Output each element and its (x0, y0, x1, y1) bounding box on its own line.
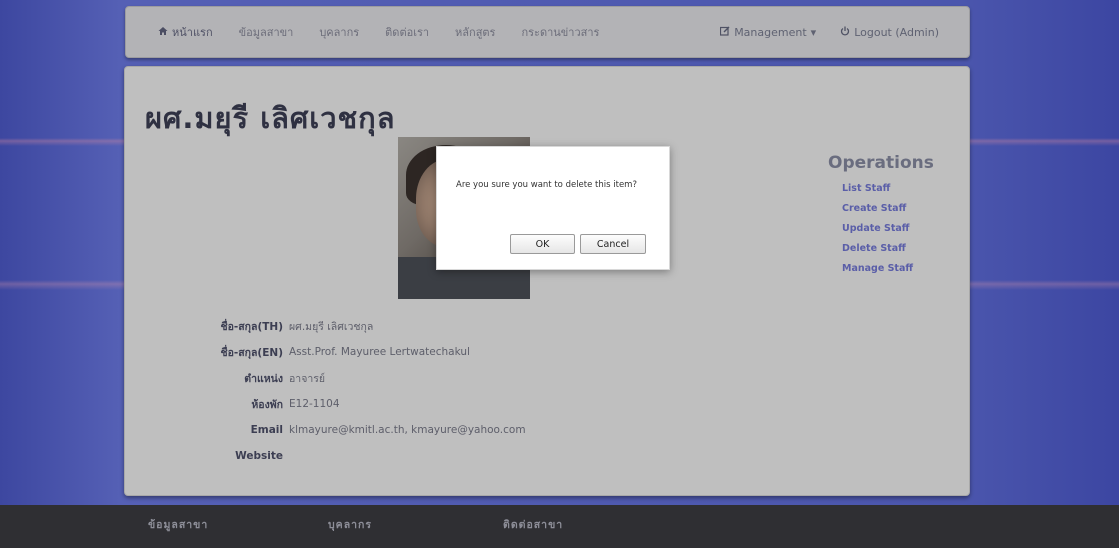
caret-down-icon: ▾ (810, 25, 817, 39)
detail-row-website: Website (165, 443, 665, 469)
detail-row-email: Email klmayure@kmitl.ac.th, kmayure@yaho… (165, 417, 665, 443)
nav-item-department-info[interactable]: ข้อมูลสาขา (239, 23, 294, 41)
main-content-panel: ผศ.มยุรี เลิศเวชกุล Operations List Staf… (124, 66, 970, 496)
dialog-message: Are you sure you want to delete this ite… (456, 180, 637, 190)
nav-item-curriculum[interactable]: หลักสูตร (455, 23, 495, 41)
op-update-staff[interactable]: Update Staff (842, 219, 958, 239)
nav-item-staff[interactable]: บุคลากร (319, 23, 359, 41)
op-list-staff[interactable]: List Staff (842, 179, 958, 199)
operations-heading: Operations (828, 153, 934, 173)
management-dropdown[interactable]: Management ▾ (720, 26, 816, 39)
detail-label: ตำแหน่ง (244, 372, 283, 385)
logout-label: Logout (Admin) (854, 25, 939, 39)
op-delete-staff[interactable]: Delete Staff (842, 239, 958, 259)
op-manage-staff[interactable]: Manage Staff (842, 259, 958, 279)
detail-row-position: ตำแหน่ง อาจารย์ (165, 365, 665, 391)
detail-value: อาจารย์ (289, 372, 326, 385)
logout-link[interactable]: Logout (Admin) (840, 26, 939, 39)
operations-list: List Staff Create Staff Update Staff Del… (828, 179, 958, 279)
home-icon (158, 26, 168, 39)
nav-item-home[interactable]: หน้าแรก (158, 23, 213, 41)
detail-row-name-th: ชื่อ-สกุล(TH) ผศ.มยุรี เลิศเวชกุล (165, 313, 665, 339)
cancel-button[interactable]: Cancel (580, 234, 646, 254)
management-label: Management (734, 25, 807, 39)
nav-item-label: หน้าแรก (172, 26, 213, 39)
footer-heading-department: ข้อมูลสาขา (148, 519, 209, 531)
page-title: ผศ.มยุรี เลิศเวชกุล (145, 101, 396, 135)
nav-right-menu: Management ▾ Logout (Admin) (720, 26, 969, 39)
detail-label: Website (235, 450, 283, 462)
edit-icon (720, 26, 730, 39)
detail-row-office: ห้องพัก E12-1104 (165, 391, 665, 417)
ok-button[interactable]: OK (510, 234, 575, 254)
detail-value: E12-1104 (289, 398, 340, 410)
detail-label: ชื่อ-สกุล(TH) (220, 320, 283, 333)
detail-value: ผศ.มยุรี เลิศเวชกุล (289, 320, 374, 333)
detail-value: klmayure@kmitl.ac.th, kmayure@yahoo.com (289, 424, 526, 436)
detail-label: ห้องพัก (251, 398, 283, 411)
nav-menu: หน้าแรก ข้อมูลสาขา บุคลากร ติดต่อเรา หลั… (158, 23, 599, 41)
footer-heading-contact: ติดต่อสาขา (503, 519, 564, 531)
top-navbar: หน้าแรก ข้อมูลสาขา บุคลากร ติดต่อเรา หลั… (125, 6, 970, 58)
page-footer: ข้อมูลสาขา บุคลากร ติดต่อสาขา (0, 505, 1119, 548)
confirm-delete-dialog: Are you sure you want to delete this ite… (436, 146, 670, 270)
nav-item-news-board[interactable]: กระดานข่าวสาร (521, 23, 599, 41)
nav-item-contact[interactable]: ติดต่อเรา (385, 23, 429, 41)
footer-heading-staff: บุคลากร (328, 519, 373, 531)
detail-label: ชื่อ-สกุล(EN) (220, 346, 283, 359)
detail-label: Email (250, 424, 283, 436)
detail-value: Asst.Prof. Mayuree Lertwatechakul (289, 346, 470, 358)
power-icon (840, 26, 850, 39)
op-create-staff[interactable]: Create Staff (842, 199, 958, 219)
operations-sidebar: Operations List Staff Create Staff Updat… (828, 153, 958, 279)
footer-columns: ข้อมูลสาขา บุคลากร ติดต่อสาขา (148, 516, 563, 533)
staff-details: ชื่อ-สกุล(TH) ผศ.มยุรี เลิศเวชกุล ชื่อ-ส… (165, 313, 665, 469)
detail-row-name-en: ชื่อ-สกุล(EN) Asst.Prof. Mayuree Lertwat… (165, 339, 665, 365)
